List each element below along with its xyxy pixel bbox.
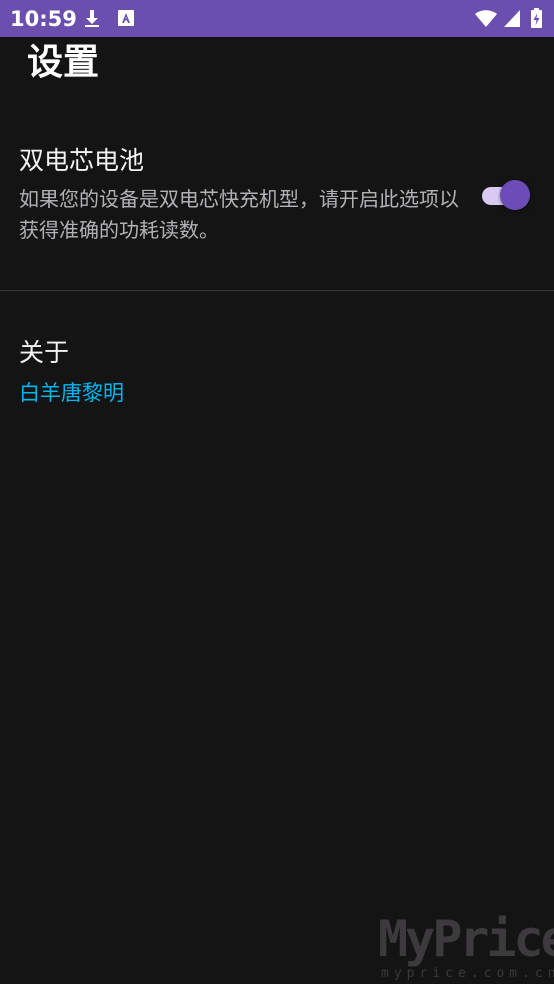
dual-cell-battery-setting[interactable]: 双电芯电池 如果您的设备是双电芯快充机型，请开启此选项以获得准确的功耗读数。	[0, 132, 554, 282]
a-notification-icon	[115, 7, 137, 29]
page-title: 设置	[27, 42, 100, 83]
status-bar: 10:59	[0, 0, 554, 37]
setting-title: 双电芯电池	[19, 146, 145, 175]
divider	[0, 290, 554, 291]
watermark-url: myprice.com.cn	[381, 966, 554, 981]
download-icon	[81, 7, 103, 29]
battery-charging-icon	[530, 7, 543, 29]
dual-cell-battery-toggle[interactable]	[480, 180, 530, 212]
about-author: 白羊唐黎明	[19, 381, 124, 405]
watermark: MyPrice myprice.com.cn	[378, 910, 554, 984]
watermark-logo: MyPrice	[378, 910, 554, 968]
about-title: 关于	[19, 338, 70, 367]
setting-description: 如果您的设备是双电芯快充机型，请开启此选项以获得准确的功耗读数。	[19, 187, 459, 242]
about-setting[interactable]: 关于 白羊唐黎明	[0, 328, 554, 418]
signal-icon	[503, 7, 521, 29]
status-time: 10:59	[10, 7, 77, 31]
toggle-thumb	[500, 180, 530, 210]
wifi-icon	[474, 7, 498, 29]
